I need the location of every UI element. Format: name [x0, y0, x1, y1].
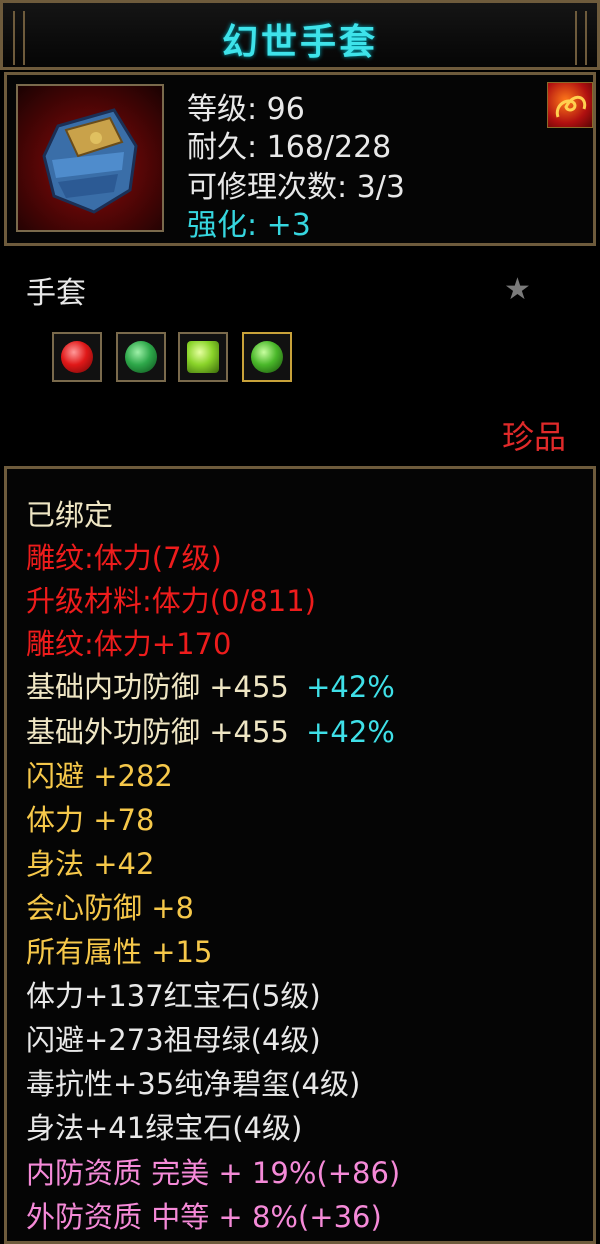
engrave-line: 雕纹:体力(7级)	[26, 541, 222, 575]
flame-swirl-icon[interactable]	[547, 82, 593, 128]
dodge-line: 闪避 +282	[26, 759, 173, 793]
engrave-bonus-line: 雕纹:体力+170	[26, 627, 232, 661]
star-icon[interactable]: ★	[504, 272, 531, 307]
item-title: 幻世手套	[221, 22, 378, 63]
crit-defense-line: 会心防御 +8	[26, 891, 194, 925]
inner-defense-line: 基础内功防御 +455 +42%	[26, 667, 395, 707]
inner-defense-percent: +42%	[306, 670, 395, 704]
gem-poison-line: 毒抗性+35纯净碧玺(4级)	[26, 1067, 361, 1101]
bound-status: 已绑定	[26, 498, 114, 532]
ruby-gem-icon	[61, 341, 93, 373]
enhance-text: 强化: +3	[187, 208, 311, 243]
inner-quality-line: 内防资质 完美 + 19%(+86)	[26, 1156, 401, 1190]
outer-quality-line: 外防资质 中等 + 8%(+36)	[26, 1200, 382, 1234]
gauntlet-icon	[16, 84, 164, 232]
inner-defense-value: 基础内功防御 +455	[26, 670, 289, 704]
outer-defense-value: 基础外功防御 +455	[26, 715, 289, 749]
gem-slot-2[interactable]	[116, 332, 166, 382]
durability-text: 耐久: 168/228	[187, 130, 392, 165]
gem-slot-4[interactable]	[242, 332, 292, 382]
outer-defense-line: 基础外功防御 +455 +42%	[26, 712, 395, 752]
gem-dodge-line: 闪避+273祖母绿(4级)	[26, 1023, 321, 1057]
upgrade-material-line: 升级材料:体力(0/811)	[26, 584, 316, 618]
gem-slot-3[interactable]	[178, 332, 228, 382]
emerald-gem-icon	[251, 341, 283, 373]
gem-slot-1[interactable]	[52, 332, 102, 382]
green-square-gem-icon	[187, 341, 219, 373]
all-attributes-line: 所有属性 +15	[26, 935, 213, 969]
gem-agility-line: 身法+41绿宝石(4级)	[26, 1111, 303, 1145]
stamina-line: 体力 +78	[26, 803, 155, 837]
title-bar: 幻世手套	[0, 0, 600, 70]
jade-ring-gem-icon	[125, 341, 157, 373]
item-category: 手套	[26, 276, 86, 311]
outer-defense-percent: +42%	[306, 715, 395, 749]
rarity-label: 珍品	[501, 418, 566, 456]
gem-stamina-line: 体力+137红宝石(5级)	[26, 979, 321, 1013]
agility-line: 身法 +42	[26, 847, 155, 881]
